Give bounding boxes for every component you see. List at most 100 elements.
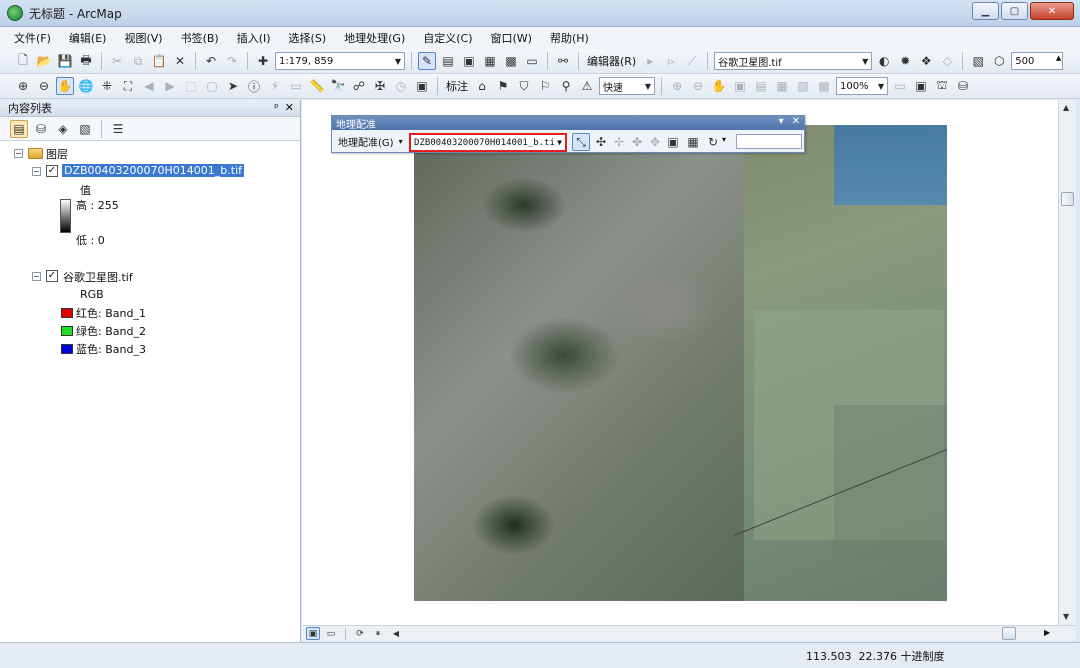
menu-insert[interactable]: 插入(I) [235,29,273,47]
layout-view-icon[interactable]: ▭ [324,627,338,640]
search-window-icon[interactable]: ▦ [481,52,499,70]
zoom-in-icon[interactable]: ⊕ [14,77,32,95]
swipe-icon[interactable]: ◇ [938,52,956,70]
annotation-menu[interactable]: 标注 [444,78,470,94]
map-display[interactable] [302,100,1058,625]
georef-text-input[interactable] [736,134,802,149]
georef-layer-combo[interactable]: DZB00403200070H014001_b.ti ▼ [409,133,567,152]
layout-pan-icon[interactable]: ✋ [710,77,728,95]
vertical-scroll-thumb[interactable] [1061,192,1074,206]
edit-tool-icon[interactable]: ▸ [641,52,659,70]
model-builder-icon[interactable]: ⚯ [554,52,572,70]
redo-icon[interactable]: ↷ [223,52,241,70]
list-by-source-icon[interactable]: ⛁ [32,120,50,138]
toolbox-icon[interactable]: ▩ [502,52,520,70]
brightness-icon[interactable]: ✹ [896,52,914,70]
find-icon[interactable]: 🔭 [329,77,347,95]
scroll-down-icon[interactable]: ▼ [1063,612,1069,621]
html-popup-icon[interactable]: ▭ [287,77,305,95]
layer1-visibility-checkbox[interactable]: ✓ [46,165,58,177]
copy-icon[interactable]: ⧉ [129,52,147,70]
go-to-xy-icon[interactable]: ✠ [371,77,389,95]
forward-arrow-icon[interactable]: ▶ [161,77,179,95]
georef-menu-arrow-icon[interactable]: ▾ [399,137,403,146]
hyperlink-icon[interactable]: ⚡ [266,77,284,95]
scroll-right-icon[interactable]: ▶ [1044,628,1050,637]
select-features-icon[interactable]: ⬚ [182,77,200,95]
layer2-name[interactable]: 谷歌卫星图.tif [63,269,133,285]
clear-selection-icon[interactable]: ▢ [203,77,221,95]
print-icon[interactable]: 🖶 [77,52,95,70]
label-manager-icon[interactable]: ⌂ [473,77,491,95]
menu-windows[interactable]: 窗口(W) [489,29,534,47]
layer2-expander-icon[interactable]: − [32,272,41,281]
view-unplaced-icon[interactable]: ⚲ [557,77,575,95]
georef-close-icon[interactable]: ✕ [792,116,800,127]
menu-file[interactable]: 文件(F) [12,29,53,47]
menu-view[interactable]: 视图(V) [122,29,164,47]
menu-customize[interactable]: 自定义(C) [421,29,474,47]
auto-adjust-icon[interactable]: ↻ [704,133,722,151]
python-icon[interactable]: ▭ [523,52,541,70]
georef-titlebar[interactable]: 地理配准 ▾ ✕ [332,116,804,131]
new-document-icon[interactable]: 🗋 [14,52,32,70]
delete-link-icon[interactable]: ✥ [646,133,664,151]
zoom-percent-combo[interactable]: 100% ▼ [836,77,888,95]
toc-close-icon[interactable]: ✕ [285,101,294,114]
identify-icon[interactable]: ⓘ [245,77,263,95]
menu-geoprocessing[interactable]: 地理处理(G) [342,29,407,47]
link-table-icon[interactable]: ▦ [684,133,702,151]
zoom-100-icon[interactable]: ▤ [752,77,770,95]
pause-drawing-icon[interactable]: ⏸ [371,627,385,640]
fixed-zoom-out-icon[interactable]: ⛶ [119,77,137,95]
horizontal-scroll-thumb[interactable] [1002,627,1016,640]
zoom-out-icon[interactable]: ⊖ [35,77,53,95]
data-view-icon[interactable]: ▣ [306,627,320,640]
table-icon[interactable]: ▤ [439,52,457,70]
undo-icon[interactable]: ↶ [202,52,220,70]
straight-segment-icon[interactable]: ⟋ [683,52,701,70]
layer1-expander-icon[interactable]: − [32,167,41,176]
rotate-icon[interactable]: ⤡ [572,133,590,151]
zoom-next-icon[interactable]: ▩ [815,77,833,95]
menu-help[interactable]: 帮助(H) [548,29,591,47]
vertical-scrollbar[interactable]: ▲ ▼ [1058,100,1076,625]
lock-labels-icon[interactable]: ⛉ [515,77,533,95]
full-extent-icon[interactable]: 🌐 [77,77,95,95]
quick-combo[interactable]: 快速 ▼ [599,77,655,95]
zoom-whole-page-icon[interactable]: ▣ [731,77,749,95]
pan-hand-icon[interactable]: ✋ [56,77,74,95]
layers-root-label[interactable]: 图层 [46,146,68,162]
layout-zoom-out-icon[interactable]: ⊖ [689,77,707,95]
minimize-button[interactable]: ▁ [972,2,999,20]
scroll-left-icon[interactable]: ◀ [389,627,403,640]
auto-adjust-arrow-icon[interactable]: ▾ [722,135,726,144]
add-data-icon[interactable]: ✚ [254,52,272,70]
root-expander-icon[interactable]: − [14,149,23,158]
change-layout-icon[interactable]: ⛫ [933,77,951,95]
list-by-drawing-order-icon[interactable]: ▤ [10,119,28,138]
time-slider-icon[interactable]: ◷ [392,77,410,95]
editor-menu[interactable]: 编辑器(R) [585,53,638,69]
maximize-button[interactable]: ▢ [1001,2,1028,20]
create-viewer-icon[interactable]: ▣ [413,77,431,95]
menu-edit[interactable]: 编辑(E) [67,29,109,47]
paste-icon[interactable]: 📋 [150,52,168,70]
refresh-icon[interactable]: ⟳ [353,627,367,640]
save-icon[interactable]: 💾 [56,52,74,70]
fixed-zoom-in-icon[interactable]: ⁜ [98,77,116,95]
fixed-zoom-icon[interactable]: ▦ [773,77,791,95]
label-priority-icon[interactable]: ⚑ [494,77,512,95]
data-driven-pages-icon[interactable]: ⛁ [954,77,972,95]
menu-bookmarks[interactable]: 书签(B) [179,29,221,47]
cut-icon[interactable]: ✂ [108,52,126,70]
focus-data-frame-icon[interactable]: ▣ [912,77,930,95]
close-button[interactable]: ✕ [1030,2,1074,20]
list-by-selection-icon[interactable]: ▧ [76,120,94,138]
viewer-icon[interactable]: ▣ [664,133,682,151]
scroll-up-icon[interactable]: ▲ [1063,103,1069,112]
zoom-prev-icon[interactable]: ▧ [794,77,812,95]
menu-selection[interactable]: 选择(S) [287,29,329,47]
layer2-visibility-checkbox[interactable]: ✓ [46,270,58,282]
pin-icon[interactable]: ᵖ [274,101,279,114]
